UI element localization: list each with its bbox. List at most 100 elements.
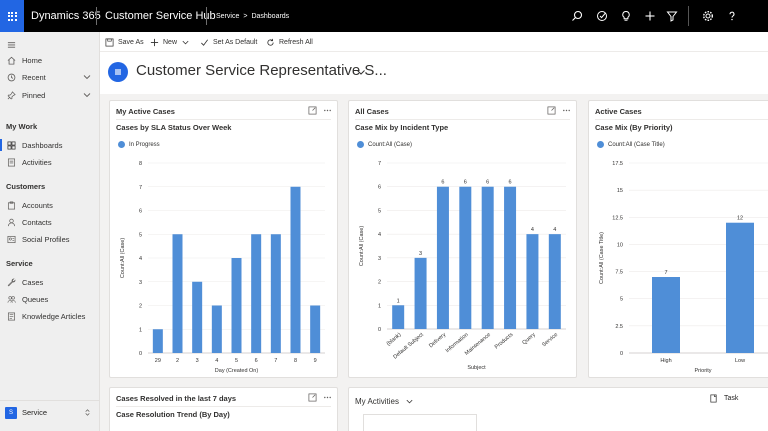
- divider: [688, 6, 689, 26]
- save-as-button[interactable]: Save As: [105, 32, 144, 52]
- divider: [206, 7, 207, 25]
- y-axis-label: Count:All (Case): [120, 238, 126, 279]
- brand-name[interactable]: Dynamics 365: [31, 0, 101, 32]
- data-label: 4: [531, 227, 534, 233]
- chart-card-active-cases: Active Cases Case Mix (By Priority) Coun…: [588, 100, 768, 378]
- card-title[interactable]: My Activities: [355, 397, 399, 406]
- checkmark-icon: [201, 39, 208, 46]
- y-tick-label: 7: [378, 161, 381, 167]
- chart-title: Cases by SLA Status Over Week: [116, 123, 232, 132]
- x-axis-label: Day (Created On): [215, 368, 259, 374]
- page-title: Customer Service Representative S...: [136, 62, 387, 79]
- sidebar-item-label: Cases: [22, 277, 44, 287]
- data-label: 3: [419, 251, 422, 257]
- card-actions: [308, 106, 332, 115]
- y-tick-label: 0: [620, 351, 623, 357]
- x-tick-label: Delivery: [428, 332, 447, 350]
- x-tick-label: Products: [494, 332, 515, 351]
- data-label: 6: [464, 180, 467, 186]
- sidebar-item-pinned[interactable]: Pinned: [0, 87, 100, 103]
- card-actions: [308, 393, 332, 402]
- divider: [116, 119, 331, 120]
- social-icon: [6, 234, 16, 244]
- sidebar-item-knowledge-articles[interactable]: Knowledge Articles: [0, 308, 100, 324]
- y-tick-label: 8: [139, 161, 142, 167]
- task-label: Task: [724, 395, 739, 402]
- article-icon: [6, 311, 16, 321]
- bar: [211, 305, 222, 353]
- divider: [96, 7, 97, 25]
- nav-group-title: Service: [6, 259, 33, 268]
- dashboard-selector-chevron-icon[interactable]: [355, 66, 367, 78]
- refresh-all-label: Refresh All: [279, 38, 313, 46]
- expand-icon[interactable]: [547, 106, 556, 115]
- x-tick-label: 2: [176, 358, 179, 364]
- app-title[interactable]: Customer Service Hub: [105, 0, 216, 32]
- my-activities-card: My Activities Task: [348, 387, 768, 431]
- breadcrumb-page[interactable]: Dashboards: [251, 13, 289, 20]
- y-tick-label: 6: [139, 209, 142, 215]
- bar: [436, 186, 449, 329]
- chart-card-my-active-cases: My Active Cases Cases by SLA Status Over…: [109, 100, 338, 378]
- x-tick-label: Service: [541, 332, 559, 348]
- clock-icon: [6, 72, 16, 82]
- sidebar-item-activities[interactable]: Activities: [0, 154, 100, 170]
- more-options-icon[interactable]: [323, 393, 332, 402]
- chevron-down-icon[interactable]: [82, 72, 92, 82]
- divider: [116, 406, 331, 407]
- area-switcher[interactable]: S Service: [0, 400, 100, 424]
- task-icon[interactable]: [594, 8, 610, 24]
- activities-icon: [6, 157, 16, 167]
- refresh-all-button[interactable]: Refresh All: [266, 32, 313, 52]
- y-tick-label: 12.5: [612, 215, 623, 221]
- more-options-icon[interactable]: [323, 106, 332, 115]
- sidebar-item-label: Recent: [22, 72, 46, 82]
- card-actions: [547, 106, 571, 115]
- y-tick-label: 2.5: [615, 324, 623, 330]
- y-tick-label: 7.5: [615, 270, 623, 276]
- chart-case-mix-by-incident[interactable]: 012345671(blank)3Default Subject6Deliver…: [349, 133, 577, 377]
- y-tick-label: 5: [378, 208, 381, 214]
- chart-case-mix-by-priority[interactable]: 0 2.5 5 7.5 10 12.5 15 17.5 7 High 12 Low Priority Co…: [589, 133, 768, 377]
- expand-icon[interactable]: [308, 393, 317, 402]
- contact-icon: [6, 217, 16, 227]
- data-label: 12: [737, 216, 743, 222]
- sidebar-item-contacts[interactable]: Contacts: [0, 214, 100, 230]
- search-icon[interactable]: [569, 8, 585, 24]
- app-launcher-button[interactable]: [0, 0, 24, 32]
- set-as-default-button[interactable]: Set As Default: [200, 32, 257, 52]
- chart-cases-by-sla[interactable]: 0 1 2 3 4 5 6 7 8 29 2 3 4 5 6 7 8 9 Day (Created On) Count…: [110, 133, 338, 377]
- divider: [595, 119, 768, 120]
- plus-icon[interactable]: [642, 8, 658, 24]
- chevron-right-icon: >: [243, 13, 248, 20]
- sidebar-item-label: Queues: [22, 294, 49, 304]
- filter-icon[interactable]: [664, 8, 680, 24]
- data-label: 6: [486, 180, 489, 186]
- gear-icon[interactable]: [700, 8, 716, 24]
- breadcrumb-area[interactable]: Service: [216, 13, 239, 20]
- chevron-down-icon[interactable]: [405, 397, 414, 406]
- lightbulb-icon[interactable]: [618, 8, 634, 24]
- activities-view-selector[interactable]: [363, 414, 477, 431]
- new-task-button[interactable]: Task: [709, 394, 738, 403]
- collapse-menu-button[interactable]: [0, 36, 100, 52]
- queue-icon: [6, 294, 16, 304]
- save-as-label: Save As: [118, 38, 144, 46]
- dashboard-content: My Active Cases Cases by SLA Status Over…: [100, 94, 768, 431]
- bar: [459, 186, 472, 329]
- sidebar-item-social-profiles[interactable]: Social Profiles: [0, 231, 100, 247]
- sidebar-item-recent[interactable]: Recent: [0, 69, 100, 85]
- more-options-icon[interactable]: [562, 106, 571, 115]
- sidebar-item-dashboards[interactable]: Dashboards: [0, 137, 100, 153]
- expand-icon[interactable]: [308, 106, 317, 115]
- x-tick-label: 3: [196, 358, 199, 364]
- nav-group-title: Customers: [6, 182, 46, 191]
- sidebar-item-accounts[interactable]: Accounts: [0, 197, 100, 213]
- help-icon[interactable]: [724, 8, 740, 24]
- sidebar-item-label: Dashboards: [22, 140, 63, 150]
- new-button[interactable]: New: [150, 32, 194, 52]
- sidebar-item-home[interactable]: Home: [0, 52, 100, 68]
- sidebar-item-queues[interactable]: Queues: [0, 291, 100, 307]
- sidebar-item-cases[interactable]: Cases: [0, 274, 100, 290]
- chevron-down-icon[interactable]: [82, 90, 92, 100]
